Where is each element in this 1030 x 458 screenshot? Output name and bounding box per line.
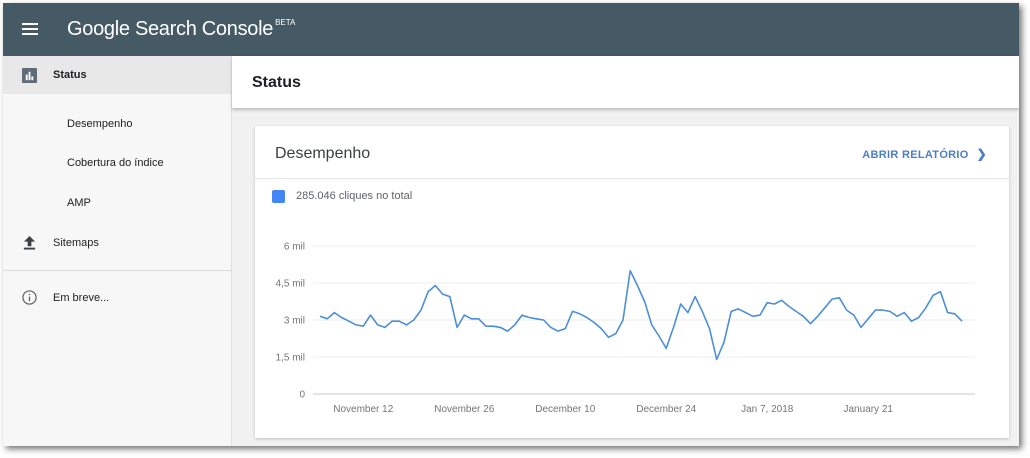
hamburger-menu-icon[interactable]	[22, 22, 40, 36]
open-report-link[interactable]: ABRIR RELATÓRIO ❯	[862, 147, 987, 161]
x-tick-label: December 24	[636, 404, 696, 415]
top-app-bar: Google Search Console BETA	[3, 3, 1019, 56]
page-header: Status	[232, 56, 1019, 108]
sidebar-item-em-breve[interactable]: Em breve...	[3, 279, 231, 317]
clicks-line-chart: 0 1,5 mil 3 mil 4,5 mil 6 mil November 12 Nove…	[276, 242, 975, 415]
main-content: Status Desempenho ABRIR RELATÓRIO ❯ 285.0…	[232, 56, 1019, 446]
chevron-right-icon: ❯	[976, 147, 987, 161]
y-tick-label: 4,5 mil	[276, 279, 305, 290]
bar-chart-icon	[22, 68, 37, 83]
sidebar-divider	[3, 270, 231, 271]
open-report-label: ABRIR RELATÓRIO	[862, 149, 969, 161]
x-tick-label: December 10	[535, 404, 595, 415]
sidebar-item-label: Desempenho	[67, 118, 133, 130]
sidebar-item-status[interactable]: Status	[3, 56, 231, 94]
sidebar-item-sitemaps[interactable]: Sitemaps	[3, 224, 231, 262]
sidebar-item-label: Cobertura do índice	[67, 157, 164, 169]
x-tick-label: November 26	[434, 404, 494, 415]
y-tick-label: 1,5 mil	[276, 353, 305, 364]
page-title: Status	[252, 74, 301, 91]
upload-icon	[23, 235, 36, 250]
sidebar-item-desempenho[interactable]: Desempenho	[3, 105, 231, 143]
sidebar-item-label: Status	[53, 69, 87, 81]
sidebar-item-amp[interactable]: AMP	[3, 184, 231, 222]
beta-badge: BETA	[275, 18, 296, 27]
sidebar-item-label: Em breve...	[53, 292, 110, 304]
y-tick-label: 3 mil	[284, 316, 305, 327]
sidebar-item-cobertura[interactable]: Cobertura do índice	[3, 144, 231, 182]
y-tick-label: 0	[299, 390, 305, 401]
performance-card: Desempenho ABRIR RELATÓRIO ❯ 285.046 cliq…	[255, 126, 1009, 438]
card-divider	[255, 178, 1009, 179]
sidebar-item-label: Sitemaps	[53, 237, 99, 249]
sidebar-item-label: AMP	[67, 197, 91, 209]
card-title: Desempenho	[275, 145, 371, 162]
legend-checkbox[interactable]	[272, 190, 285, 203]
sidebar: Status Desempenho Cobertura do índice AM…	[3, 56, 232, 446]
series-line	[319, 269, 963, 361]
app-window: Google Search Console BETA Status Desempe…	[3, 3, 1019, 446]
info-icon	[22, 290, 37, 305]
x-tick-label: Jan 7, 2018	[741, 404, 794, 415]
x-tick-label: November 12	[333, 404, 393, 415]
brand-name: Google Search Console	[67, 18, 274, 40]
x-tick-label: January 21	[843, 404, 893, 415]
brand-logo[interactable]: Google Search Console BETA	[67, 18, 295, 41]
legend-label: 285.046 cliques no total	[296, 190, 413, 202]
y-tick-label: 6 mil	[284, 242, 305, 253]
